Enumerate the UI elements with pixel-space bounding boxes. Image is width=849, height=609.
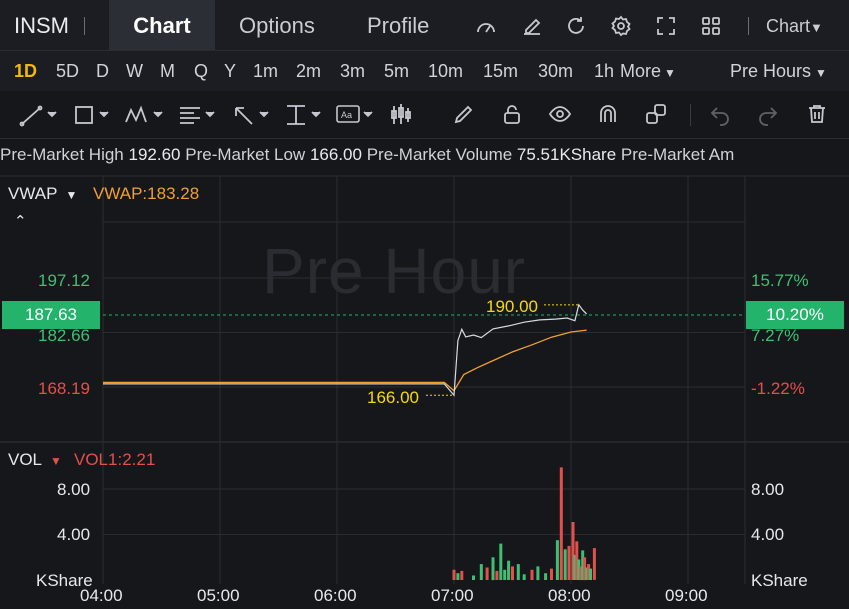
chevron-down-icon: ▼ xyxy=(65,188,78,202)
vwap-value: VWAP:183.28 xyxy=(93,184,200,203)
vol-indicator-label: VOL xyxy=(8,450,43,469)
volume-bar xyxy=(460,570,464,580)
y-tick-right: 15.77% xyxy=(751,271,809,290)
volume-bar xyxy=(592,548,596,580)
vol-indicator-menu[interactable]: VOL ▼ xyxy=(8,450,62,470)
current-pct-badge: 10.20% xyxy=(746,301,844,329)
price-line xyxy=(103,303,588,397)
volume-bar xyxy=(559,467,563,580)
volume-bar xyxy=(563,549,567,580)
high-price-marker: 190.00 xyxy=(486,297,538,316)
volume-bar xyxy=(472,575,475,580)
volume-bar xyxy=(550,568,553,580)
volume-bar xyxy=(522,574,526,580)
x-tick: 05:00 xyxy=(197,586,240,605)
y-tick-left: 197.12 xyxy=(38,271,90,290)
volume-bar xyxy=(567,545,571,580)
vol-tick-right: 4.00 xyxy=(751,525,785,544)
volume-bar xyxy=(555,540,559,580)
volume-bar xyxy=(456,573,460,580)
volume-bar xyxy=(495,570,499,580)
volume-bar xyxy=(511,566,514,581)
chevron-down-icon: ▼ xyxy=(50,454,62,468)
y-tick-right: 7.27% xyxy=(751,326,800,345)
volume-bar xyxy=(503,569,507,580)
low-price-marker: 166.00 xyxy=(367,388,419,407)
volume-bar xyxy=(516,564,520,580)
vwap-indicator-menu[interactable]: VWAP ▼ xyxy=(8,184,77,204)
collapse-chevron-up-icon[interactable]: ⌃ xyxy=(14,212,27,230)
volume-bar xyxy=(479,564,483,580)
y-tick-right: -1.22% xyxy=(751,379,805,398)
volume-bars xyxy=(452,467,596,581)
volume-bar xyxy=(452,569,456,580)
volume-bar xyxy=(589,568,592,580)
vol-tick-right: 8.00 xyxy=(751,480,785,499)
vwap-line xyxy=(103,329,587,392)
current-price-badge: 187.63 xyxy=(2,301,100,329)
x-tick: 06:00 xyxy=(314,586,357,605)
volume-bar xyxy=(485,567,489,580)
volume-bar xyxy=(536,566,540,581)
volume-bar xyxy=(499,543,503,580)
x-tick: 08:00 xyxy=(548,586,591,605)
volume-bar xyxy=(507,560,511,580)
vol-unit-right: KShare xyxy=(751,571,808,590)
x-tick: 07:00 xyxy=(431,586,474,605)
volume-bar xyxy=(491,557,495,581)
vol-tick-left: 8.00 xyxy=(57,480,91,499)
price-lines xyxy=(103,303,588,397)
vwap-indicator-label: VWAP xyxy=(8,184,58,203)
y-tick-left: 168.19 xyxy=(38,379,90,398)
volume-bar xyxy=(530,569,534,580)
x-tick: 04:00 xyxy=(80,586,123,605)
volume-bar xyxy=(544,573,548,580)
vol-value: VOL1:2.21 xyxy=(74,450,156,469)
vol-tick-left: 4.00 xyxy=(57,525,91,544)
y-tick-left: 182.66 xyxy=(38,326,90,345)
x-tick: 09:00 xyxy=(665,586,708,605)
